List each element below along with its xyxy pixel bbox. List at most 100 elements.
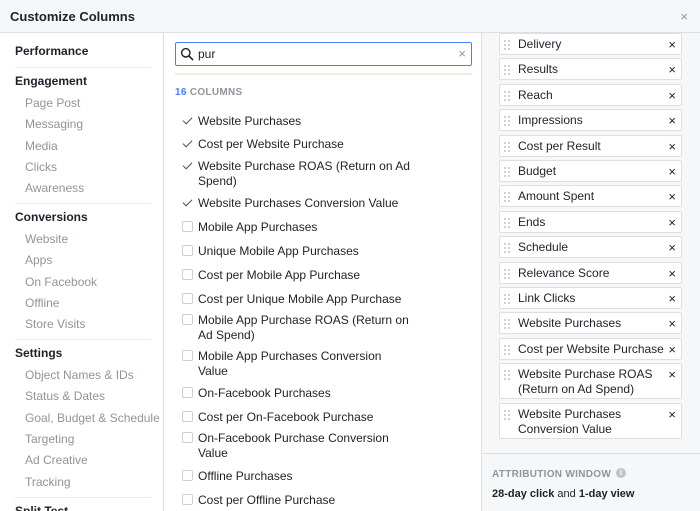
- remove-column-icon[interactable]: ×: [668, 189, 676, 204]
- checkbox[interactable]: [182, 387, 193, 398]
- remove-column-icon[interactable]: ×: [668, 266, 676, 281]
- selected-column-chip[interactable]: Results ×: [499, 58, 682, 80]
- selected-column-chip[interactable]: Impressions ×: [499, 109, 682, 131]
- checkbox-checked[interactable]: [182, 197, 193, 208]
- drag-handle-icon[interactable]: [504, 345, 512, 357]
- remove-column-icon[interactable]: ×: [668, 215, 676, 230]
- column-option-label: On-Facebook Purchase Conversion Value: [198, 431, 389, 460]
- checkbox[interactable]: [182, 314, 193, 325]
- remove-column-icon[interactable]: ×: [668, 316, 676, 331]
- drag-handle-icon[interactable]: [504, 243, 512, 255]
- drag-handle-icon[interactable]: [504, 40, 512, 52]
- selected-column-chip[interactable]: Budget ×: [499, 160, 682, 182]
- remove-column-icon[interactable]: ×: [668, 139, 676, 154]
- checkbox-checked[interactable]: [182, 138, 193, 149]
- remove-column-icon[interactable]: ×: [668, 37, 676, 52]
- drag-handle-icon[interactable]: [504, 410, 512, 422]
- columns-count: 16 COLUMNS: [175, 87, 242, 98]
- checkbox[interactable]: [182, 269, 193, 280]
- nav-item-media[interactable]: Media: [25, 139, 58, 153]
- nav-heading-settings[interactable]: Settings: [15, 346, 62, 360]
- selected-column-label: Website Purchases Conversion Value: [518, 407, 622, 436]
- checkbox[interactable]: [182, 245, 193, 256]
- nav-item-website[interactable]: Website: [25, 232, 68, 246]
- divider: [15, 497, 151, 498]
- dialog-header: Customize Columns ×: [0, 0, 700, 33]
- drag-handle-icon[interactable]: [504, 116, 512, 128]
- attribution-window-value[interactable]: 28-day click and 1-day view: [492, 488, 634, 500]
- selected-column-chip[interactable]: Delivery ×: [499, 33, 682, 55]
- nav-item-goal-budget-schedule[interactable]: Goal, Budget & Schedule: [25, 411, 160, 425]
- checkbox[interactable]: [182, 350, 193, 361]
- remove-column-icon[interactable]: ×: [668, 367, 676, 382]
- selected-column-chip[interactable]: Website Purchases Conversion Value ×: [499, 403, 682, 439]
- drag-handle-icon[interactable]: [504, 319, 512, 331]
- close-icon[interactable]: ×: [680, 9, 688, 24]
- selected-column-chip[interactable]: Relevance Score ×: [499, 262, 682, 284]
- selected-column-chip[interactable]: Reach ×: [499, 84, 682, 106]
- nav-heading-conversions[interactable]: Conversions: [15, 210, 88, 224]
- remove-column-icon[interactable]: ×: [668, 62, 676, 77]
- checkbox[interactable]: [182, 221, 193, 232]
- drag-handle-icon[interactable]: [504, 294, 512, 306]
- nav-item-object-names-ids[interactable]: Object Names & IDs: [25, 368, 134, 382]
- remove-column-icon[interactable]: ×: [668, 113, 676, 128]
- selected-column-label: Cost per Website Purchase: [518, 342, 664, 356]
- selected-column-chip[interactable]: Schedule ×: [499, 236, 682, 258]
- nav-heading-performance[interactable]: Performance: [15, 44, 88, 58]
- remove-column-icon[interactable]: ×: [668, 88, 676, 103]
- selected-column-chip[interactable]: Link Clicks ×: [499, 287, 682, 309]
- remove-column-icon[interactable]: ×: [668, 291, 676, 306]
- checkbox[interactable]: [182, 494, 193, 505]
- info-icon[interactable]: i: [616, 468, 626, 478]
- remove-column-icon[interactable]: ×: [668, 407, 676, 422]
- column-option-label: Offline Purchases: [198, 469, 293, 483]
- drag-handle-icon[interactable]: [504, 218, 512, 230]
- nav-item-tracking[interactable]: Tracking: [25, 475, 71, 489]
- nav-item-store-visits[interactable]: Store Visits: [25, 317, 85, 331]
- nav-item-page-post[interactable]: Page Post: [25, 96, 80, 110]
- nav-item-targeting[interactable]: Targeting: [25, 432, 74, 446]
- checkbox[interactable]: [182, 293, 193, 304]
- nav-item-clicks[interactable]: Clicks: [25, 160, 57, 174]
- nav-item-status-dates[interactable]: Status & Dates: [25, 389, 105, 403]
- nav-item-ad-creative[interactable]: Ad Creative: [25, 453, 88, 467]
- nav-heading-engagement[interactable]: Engagement: [15, 74, 87, 88]
- nav-item-offline[interactable]: Offline: [25, 296, 59, 310]
- nav-item-apps[interactable]: Apps: [25, 253, 52, 267]
- checkbox-checked[interactable]: [182, 115, 193, 126]
- drag-handle-icon[interactable]: [504, 65, 512, 77]
- divider: [482, 453, 700, 454]
- column-picker: pur × 16 COLUMNS Website Purchases Cost p…: [165, 33, 481, 511]
- drag-handle-icon[interactable]: [504, 142, 512, 154]
- checkbox-checked[interactable]: [182, 160, 193, 171]
- selected-column-chip[interactable]: Amount Spent ×: [499, 185, 682, 207]
- drag-handle-icon[interactable]: [504, 269, 512, 281]
- search-input[interactable]: pur ×: [175, 42, 472, 66]
- selected-column-chip[interactable]: Cost per Result ×: [499, 135, 682, 157]
- nav-heading-split-test[interactable]: Split Test: [15, 504, 68, 511]
- selected-column-chip[interactable]: Cost per Website Purchase ×: [499, 338, 682, 360]
- selected-column-label: Cost per Result: [518, 139, 601, 153]
- drag-handle-icon[interactable]: [504, 192, 512, 204]
- selected-columns-panel: Delivery × Results × Reach × Impressions × Cost …: [481, 33, 700, 511]
- checkbox[interactable]: [182, 432, 193, 443]
- clear-search-icon[interactable]: ×: [458, 46, 466, 61]
- drag-handle-icon[interactable]: [504, 370, 512, 382]
- nav-item-on-facebook[interactable]: On Facebook: [25, 275, 97, 289]
- nav-item-awareness[interactable]: Awareness: [25, 181, 84, 195]
- remove-column-icon[interactable]: ×: [668, 240, 676, 255]
- drag-handle-icon[interactable]: [504, 167, 512, 179]
- remove-column-icon[interactable]: ×: [668, 342, 676, 357]
- selected-column-chip[interactable]: Website Purchases ×: [499, 312, 682, 334]
- selected-column-chip[interactable]: Website Purchase ROAS (Return on Ad Spen…: [499, 363, 682, 399]
- drag-handle-icon[interactable]: [504, 91, 512, 103]
- checkbox[interactable]: [182, 411, 193, 422]
- selected-column-label: Delivery: [518, 37, 562, 51]
- selected-column-chip[interactable]: Ends ×: [499, 211, 682, 233]
- nav-item-messaging[interactable]: Messaging: [25, 117, 83, 131]
- remove-column-icon[interactable]: ×: [668, 164, 676, 179]
- selected-column-label: Link Clicks: [518, 291, 576, 305]
- selected-column-label: Ends: [518, 215, 546, 229]
- checkbox[interactable]: [182, 470, 193, 481]
